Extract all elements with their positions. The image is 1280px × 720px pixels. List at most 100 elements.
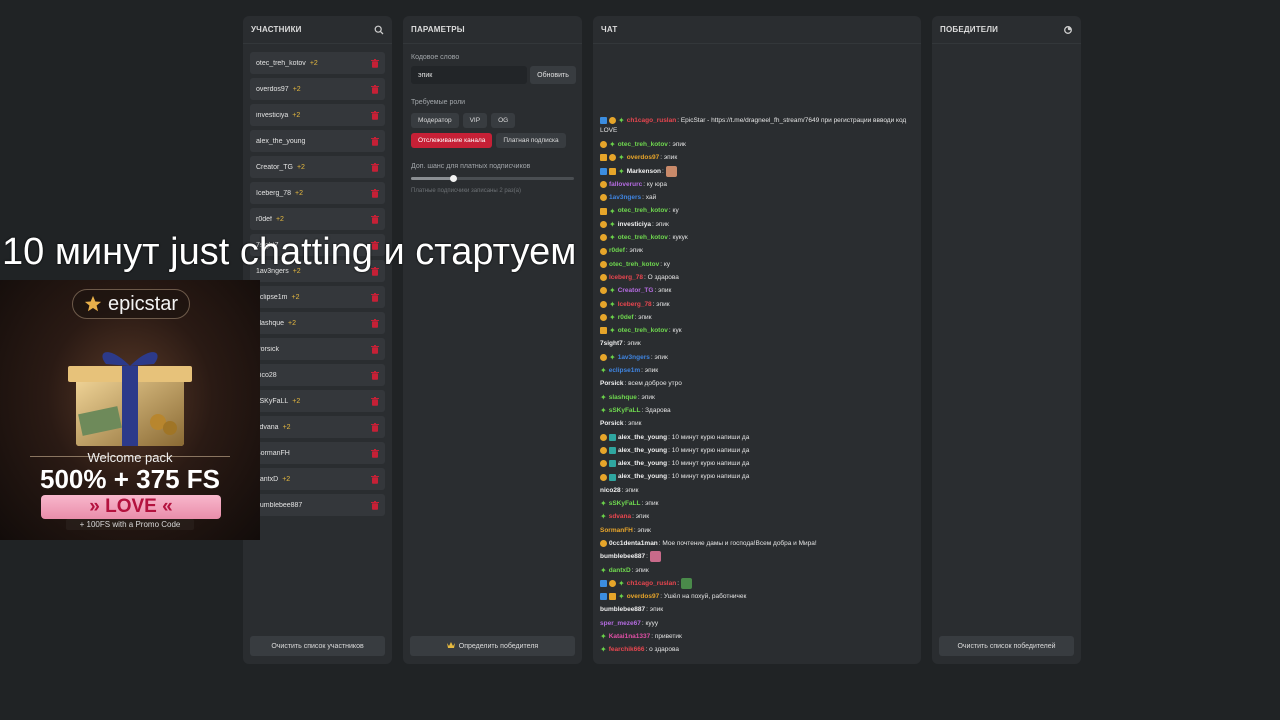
trash-icon[interactable] [371,84,379,94]
trash-icon[interactable] [371,318,379,328]
refresh-icon[interactable] [1063,25,1073,35]
chat-nick[interactable]: Porsick [600,377,624,390]
keyword-input[interactable]: эпик [411,66,527,84]
role-toggle[interactable]: VIP [462,113,488,128]
chat-nick[interactable]: sdvana [609,510,631,523]
chat-nick[interactable]: alex_the_young [618,457,667,470]
participant-item[interactable]: Creator_TG +2 [250,156,385,178]
search-icon[interactable] [374,25,384,35]
chat-message: ✦ overdos97: Ушёл на похуй, работничек [600,590,913,603]
participant-item[interactable]: nico28 [250,364,385,386]
chat-nick[interactable]: eclipse1m [609,364,640,377]
chat-nick[interactable]: dantxD [609,564,631,577]
chance-slider-thumb[interactable] [450,175,458,182]
participant-item[interactable]: eclipse1m +2 [250,286,385,308]
chat-message: ✦ ch1cago_ruslan: [600,577,913,590]
chat-nick[interactable]: r0def [609,244,625,257]
chat-nick[interactable]: Markenson [627,165,661,178]
chat-nick[interactable]: nico28 [600,484,621,497]
roles-row-1: Модератор VIP OG [411,113,516,128]
trash-icon[interactable] [371,110,379,120]
trash-icon[interactable] [371,136,379,146]
chat-nick[interactable]: bumblebee887 [600,603,645,616]
chat-nick[interactable]: 0cc1denta1man [609,537,658,550]
participant-item[interactable]: otec_treh_kotov +2 [250,52,385,74]
chat-nick[interactable]: overdos97 [627,590,660,603]
chance-slider[interactable] [411,175,574,182]
chat-nick[interactable]: alex_the_young [618,444,667,457]
chat-nick[interactable]: otec_treh_kotov [618,231,668,244]
chat-nick[interactable]: investiciya [618,218,651,231]
participant-item[interactable]: Iceberg_78 +2 [250,182,385,204]
vip-badge-icon [600,327,607,335]
chat-nick[interactable]: otec_treh_kotov [618,324,668,337]
chat-nick[interactable]: Creator_TG [618,284,654,297]
participant-item[interactable]: alex_the_young [250,130,385,152]
role-toggle[interactable]: Платная подписка [496,133,566,148]
trash-icon[interactable] [371,188,379,198]
pick-winner-button[interactable]: Определить победителя [410,636,575,656]
chat-nick[interactable]: alex_the_young [618,470,667,483]
chat-nick[interactable]: overdos97 [627,151,660,164]
chat-nick[interactable]: 1av3ngers [609,191,641,204]
chat-nick[interactable]: sper_meze67 [600,617,641,630]
chat-nick[interactable]: Porsick [600,417,624,430]
participant-item[interactable]: investiciya +2 [250,104,385,126]
chat-nick[interactable]: fearchik666 [609,643,645,656]
chat-title: ЧАТ [601,25,618,34]
clear-winners-button[interactable]: Очистить список победителей [939,636,1074,656]
participant-item[interactable]: slashque +2 [250,312,385,334]
trash-icon[interactable] [371,58,379,68]
chat-nick[interactable]: 7sight7 [600,337,623,350]
chat-nick[interactable]: bumblebee887 [600,550,645,563]
participant-item[interactable]: overdos97 +2 [250,78,385,100]
trash-icon[interactable] [371,474,379,484]
chat-nick[interactable]: alex_the_young [618,431,667,444]
trash-icon[interactable] [371,396,379,406]
keyword-label: Кодовое слово [411,54,460,61]
chat-nick[interactable]: slashque [609,391,637,404]
participant-item[interactable]: SormanFH [250,442,385,464]
participant-item[interactable]: r0def +2 [250,208,385,230]
trash-icon[interactable] [371,214,379,224]
trash-icon[interactable] [371,500,379,510]
trash-icon[interactable] [371,162,379,172]
participant-item[interactable]: Porsick [250,338,385,360]
chat-nick[interactable]: ch1cago_ruslan [627,577,677,590]
chat-text: : эпик [634,313,652,321]
role-toggle[interactable]: Отслеживание канала [411,133,493,148]
chat-nick[interactable]: 1av3ngers [618,351,650,364]
chat-nick[interactable]: Iceberg_78 [609,271,643,284]
role-toggle[interactable]: Модератор [411,113,459,128]
participant-item[interactable]: sdvana +2 [250,416,385,438]
chat-message: Iceberg_78: О здарова [600,271,913,284]
trash-icon[interactable] [371,370,379,380]
chat-nick[interactable]: sSKyFaLL [609,497,641,510]
chat-nick[interactable]: otec_treh_kotov [618,138,668,151]
chat-message: nico28: эпик [600,484,913,497]
participant-item[interactable]: sSKyFaLL +2 [250,390,385,412]
trash-icon[interactable] [371,344,379,354]
chat-nick[interactable]: sSKyFaLL [609,404,641,417]
role-toggle[interactable]: OG [491,113,516,128]
chat-nick[interactable]: otec_treh_kotov [609,258,659,271]
trash-icon[interactable] [371,448,379,458]
participants-list: otec_treh_kotov +2 overdos97 +2 investiciya +… [250,52,385,520]
update-button[interactable]: Обновить [530,66,576,84]
trash-icon[interactable] [371,292,379,302]
participant-name: overdos97 +2 [256,85,301,93]
participant-item[interactable]: dantxD +2 [250,468,385,490]
chat-nick[interactable]: Katai1na1337 [609,630,651,643]
participant-item[interactable]: bumblebee887 [250,494,385,516]
chat-nick[interactable]: SormanFH [600,524,633,537]
participant-name: SormanFH [256,449,290,457]
chat-text: : всем доброе утро [624,380,682,388]
chat-nick[interactable]: otec_treh_kotov [618,204,668,217]
trash-icon[interactable] [371,422,379,432]
chat-nick[interactable]: Iceberg_78 [618,298,652,311]
clear-participants-button[interactable]: Очистить список участников [250,636,385,656]
chat-nick[interactable]: falloverurc [609,178,642,191]
chat-nick[interactable]: r0def [618,311,634,324]
chat-nick[interactable]: ch1cago_ruslan [627,117,677,124]
pick-winner-label: Определить победителя [458,642,539,650]
